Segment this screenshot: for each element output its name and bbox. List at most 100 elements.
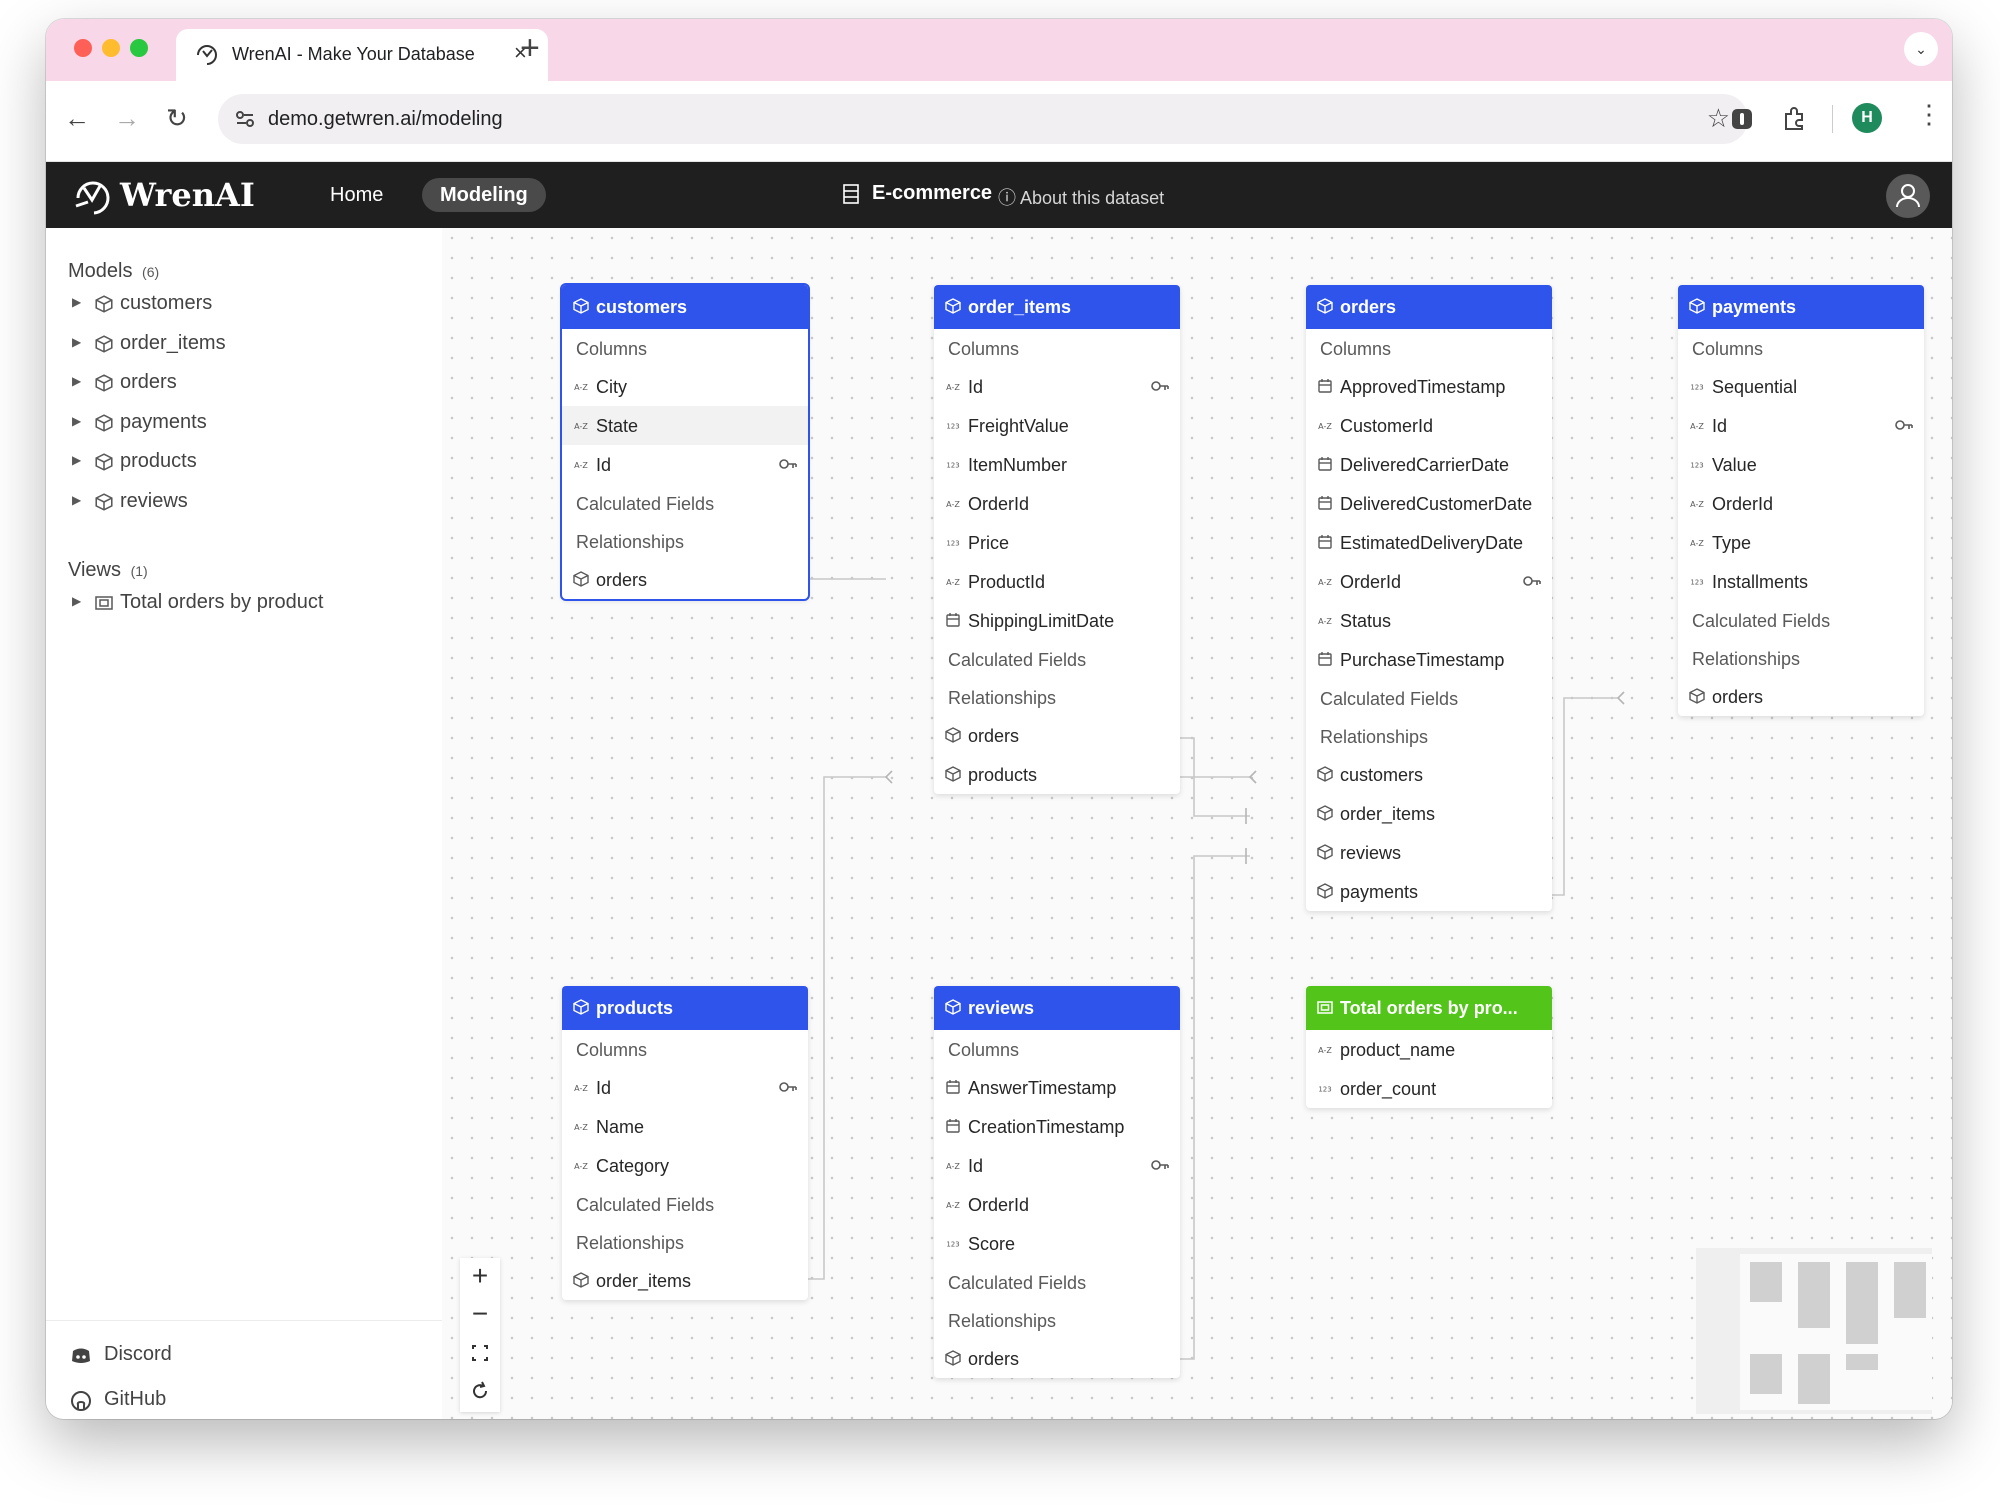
column-row[interactable]: 123 Price [934,523,1180,562]
node-header[interactable]: order_items [934,285,1180,329]
bookmark-star-icon[interactable]: ☆ [1707,103,1730,134]
fit-view-button[interactable] [460,1334,500,1372]
node-header[interactable]: Total orders by pro... [1306,986,1552,1030]
relationship-row[interactable]: orders [1678,677,1924,716]
column-row[interactable]: CreationTimestamp [934,1107,1180,1146]
column-row[interactable]: DeliveredCarrierDate [1306,445,1552,484]
column-row[interactable]: A-Z Id [934,1146,1180,1185]
minimize-window-button[interactable] [102,39,120,57]
column-row[interactable]: A-Z State [562,406,808,445]
sidebar-item-order-items[interactable]: ▶ order_items [68,328,428,362]
column-row[interactable]: PurchaseTimestamp [1306,640,1552,679]
nav-home[interactable]: Home [330,184,383,207]
section-label: Columns [576,1040,648,1060]
section-label: Columns [1320,339,1392,359]
relationship-row[interactable]: products [934,755,1180,794]
sidebar-item-reviews[interactable]: ▶ reviews [68,486,428,520]
relationship-row[interactable]: orders [934,1339,1180,1378]
relationship-row[interactable]: orders [562,560,808,599]
column-row[interactable]: A-Z City [562,367,808,406]
sidebar-item-payments[interactable]: ▶ payments [68,407,428,441]
modeling-canvas[interactable]: customers Columns A-Z City A-Z State A-Z Id Calc… [442,228,1952,1419]
column-row[interactable]: A-Z OrderId [934,484,1180,523]
node-header[interactable]: payments [1678,285,1924,329]
relationship-row[interactable]: customers [1306,755,1552,794]
maximize-window-button[interactable] [130,39,148,57]
browser-tab[interactable]: WrenAI - Make Your Database × [176,29,548,81]
column-row[interactable]: A-Z OrderId [1678,484,1924,523]
sidebar-item-orders[interactable]: ▶ orders [68,367,428,401]
model-node-products[interactable]: products Columns A-Z Id A-Z Name A-Z Category Ca… [562,986,808,1300]
column-row[interactable]: A-Z Type [1678,523,1924,562]
column-row[interactable]: A-Z Id [934,367,1180,406]
model-node-order-items[interactable]: order_items Columns A-Z Id 123 FreightValue 12… [934,285,1180,794]
node-header[interactable]: reviews [934,986,1180,1030]
model-node-orders[interactable]: orders Columns ApprovedTimestamp A-Z Custome… [1306,285,1552,911]
relationship-row[interactable]: order_items [1306,794,1552,833]
node-header[interactable]: orders [1306,285,1552,329]
relationship-row[interactable]: orders [934,716,1180,755]
tab-search-icon[interactable]: ⌄ [1904,32,1938,66]
column-row[interactable]: 123 ItemNumber [934,445,1180,484]
user-avatar[interactable] [1886,174,1930,218]
expand-caret-icon[interactable]: ▶ [72,453,81,467]
address-bar[interactable]: demo.getwren.ai/modeling ☆ [218,94,1748,144]
reload-icon[interactable]: ↻ [166,103,188,134]
profile-avatar[interactable]: H [1852,103,1882,133]
column-row[interactable]: A-Z product_name [1306,1030,1552,1069]
close-window-button[interactable] [74,39,92,57]
reset-button[interactable] [460,1372,500,1410]
column-row[interactable]: 123 Score [934,1224,1180,1263]
column-row[interactable]: A-Z CustomerId [1306,406,1552,445]
new-tab-button[interactable]: + [520,29,540,68]
back-arrow-icon[interactable]: ← [64,103,90,134]
relationship-row[interactable]: reviews [1306,833,1552,872]
column-row[interactable]: A-Z Id [562,445,808,484]
expand-caret-icon[interactable]: ▶ [72,414,81,428]
expand-caret-icon[interactable]: ▶ [72,335,81,349]
zoom-in-button[interactable]: + [460,1258,500,1296]
extension-shield-icon[interactable] [1728,105,1756,133]
column-row[interactable]: ShippingLimitDate [934,601,1180,640]
extensions-puzzle-icon[interactable] [1780,105,1808,133]
model-node-payments[interactable]: payments Columns 123 Sequential A-Z Id 123 Valu… [1678,285,1924,716]
column-row[interactable]: 123 order_count [1306,1069,1552,1108]
column-row[interactable]: AnswerTimestamp [934,1068,1180,1107]
site-settings-icon[interactable] [232,106,258,132]
browser-menu-icon[interactable]: ⋮ [1916,99,1942,130]
column-row[interactable]: A-Z OrderId [934,1185,1180,1224]
sidebar-item-customers[interactable]: ▶ customers [68,288,428,322]
column-row[interactable]: A-Z Id [562,1068,808,1107]
model-node-customers[interactable]: customers Columns A-Z City A-Z State A-Z Id Calc… [560,283,810,601]
column-row[interactable]: A-Z OrderId [1306,562,1552,601]
expand-caret-icon[interactable]: ▶ [72,493,81,507]
column-row[interactable]: A-Z Name [562,1107,808,1146]
column-row[interactable]: 123 Installments [1678,562,1924,601]
column-row[interactable]: A-Z Category [562,1146,808,1185]
forward-arrow-icon[interactable]: → [114,103,140,134]
expand-caret-icon[interactable]: ▶ [72,374,81,388]
column-row[interactable]: A-Z Id [1678,406,1924,445]
expand-caret-icon[interactable]: ▶ [72,295,81,309]
column-row[interactable]: A-Z ProductId [934,562,1180,601]
relationship-row[interactable]: order_items [562,1261,808,1300]
node-header[interactable]: customers [562,285,808,329]
about-dataset-link[interactable]: ⓘ About this dataset [998,184,1164,210]
column-row[interactable]: ApprovedTimestamp [1306,367,1552,406]
model-node-reviews[interactable]: reviews Columns AnswerTimestamp CreationTim… [934,986,1180,1378]
sidebar-item-total-orders-by-product[interactable]: ▶ Total orders by product [68,587,428,621]
column-row[interactable]: EstimatedDeliveryDate [1306,523,1552,562]
column-row[interactable]: DeliveredCustomerDate [1306,484,1552,523]
column-row[interactable]: A-Z Status [1306,601,1552,640]
column-row[interactable]: 123 Value [1678,445,1924,484]
relationship-row[interactable]: payments [1306,872,1552,911]
node-header[interactable]: products [562,986,808,1030]
column-row[interactable]: 123 Sequential [1678,367,1924,406]
expand-caret-icon[interactable]: ▶ [72,594,81,608]
nav-modeling[interactable]: Modeling [422,178,546,212]
column-row[interactable]: 123 FreightValue [934,406,1180,445]
minimap[interactable] [1696,1248,1932,1414]
sidebar-item-products[interactable]: ▶ products [68,446,428,480]
zoom-out-button[interactable]: − [460,1296,500,1334]
view-node-total-orders-by-product[interactable]: Total orders by pro... A-Z product_name 123… [1306,986,1552,1108]
